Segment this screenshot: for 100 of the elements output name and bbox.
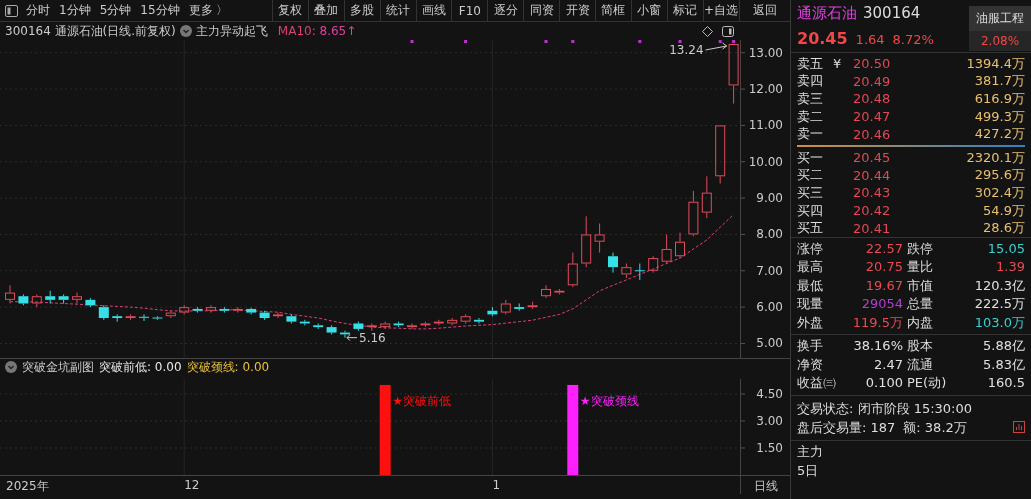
candlestick	[98, 304, 109, 321]
candlestick	[487, 306, 498, 317]
order-level-label: 卖五	[797, 54, 824, 73]
candlestick	[688, 190, 699, 237]
axis-label: 4.50	[756, 386, 783, 401]
price-label: 13.24	[669, 43, 704, 57]
candlestick	[179, 304, 190, 315]
stat-value: 160.5	[986, 374, 1025, 393]
candlestick	[433, 319, 444, 326]
dropdown-icon[interactable]	[179, 25, 192, 37]
candlestick	[420, 321, 431, 328]
toolbar-button[interactable]: +自选	[702, 0, 739, 21]
legend-value: 突破颈线: 0.00	[186, 358, 270, 376]
chart-title: 300164 通源石油(日线.前复权)	[5, 22, 176, 40]
candlestick	[165, 310, 176, 319]
candlestick	[581, 215, 592, 268]
order-price: 20.41	[853, 220, 892, 236]
diamond-icon[interactable]	[702, 25, 713, 37]
stat-label: 流通	[907, 355, 934, 374]
stat-label: 外盘	[797, 313, 824, 332]
candlestick	[514, 303, 525, 312]
order-volume: 54.9万	[982, 201, 1025, 220]
stock-name: 通源石油	[797, 4, 857, 23]
fund-flow-label: 主力	[797, 442, 824, 461]
order-level-label: 卖三	[797, 90, 824, 108]
candlestick	[393, 321, 404, 328]
order-level-label: 买四	[797, 201, 824, 220]
dropdown-icon[interactable]	[5, 361, 17, 373]
period-label: 日线	[752, 478, 779, 494]
order-volume: 2320.1万	[965, 148, 1025, 167]
candlestick	[474, 317, 484, 324]
order-level-label: 买二	[797, 166, 824, 185]
candlestick	[728, 43, 739, 105]
toolbar-button[interactable]: 叠加	[307, 0, 344, 21]
candlestick	[326, 324, 337, 335]
signal-label: ★突破前低	[392, 393, 451, 408]
toolbar-button[interactable]: 小窗	[630, 0, 667, 21]
candlestick	[125, 313, 136, 321]
stat-label: 跌停	[907, 239, 934, 258]
stat-value: 5.88亿	[982, 337, 1025, 356]
toolbar-button[interactable]: 标记	[666, 0, 703, 21]
stat-label: 净资	[797, 355, 824, 374]
candlestick	[192, 306, 203, 314]
toolbar-button[interactable]: 多股	[343, 0, 380, 21]
candlestick	[219, 306, 230, 314]
fund-flow-label: 5日	[797, 461, 820, 480]
candlestick	[621, 263, 632, 279]
after-hours-volume: 盘后交易量: 187	[797, 418, 896, 437]
panel-toggle-icon[interactable]	[722, 25, 734, 37]
bar-chart-icon[interactable]	[1013, 421, 1025, 434]
panel-toggle-icon[interactable]	[5, 4, 18, 17]
toolbar-button[interactable]: F10	[451, 0, 488, 21]
candlestick	[527, 301, 538, 310]
candlestick	[567, 252, 578, 288]
stat-label: 最低	[797, 276, 824, 295]
candlestick	[259, 310, 270, 321]
candlestick	[460, 313, 471, 324]
candlestick	[648, 255, 659, 274]
toolbar-button[interactable]: 开资	[559, 0, 595, 21]
toolbar-button[interactable]: 复权	[272, 0, 308, 21]
order-price: 20.43	[853, 185, 892, 201]
toolbar-button[interactable]: 同资	[523, 0, 560, 21]
order-price: 20.48	[853, 91, 892, 107]
price-label: 5.16	[359, 330, 386, 345]
period-tab[interactable]: 分时	[26, 2, 50, 19]
series-name: MA10	[277, 24, 312, 38]
candlestick	[5, 284, 15, 304]
stat-value: 15.05	[986, 239, 1025, 258]
toolbar-button[interactable]: 逐分	[487, 0, 524, 21]
order-level-label: 买五	[797, 219, 824, 238]
candlestick	[85, 297, 96, 308]
period-tab[interactable]: 1分钟	[59, 2, 91, 19]
toolbar-button[interactable]: 画线	[415, 0, 452, 21]
axis-label: 1.50	[756, 441, 783, 455]
axis-label: 11.00	[748, 118, 783, 133]
stat-label: PE(动)	[907, 374, 948, 393]
candlestick	[313, 322, 324, 330]
order-volume: 616.9万	[973, 90, 1025, 108]
stat-value: 5.83亿	[982, 355, 1025, 374]
toolbar-button[interactable]: 统计	[379, 0, 416, 21]
price-change: 1.64	[855, 32, 885, 47]
order-price: 20.47	[853, 109, 892, 125]
stat-label: 收益㈢	[797, 374, 837, 393]
toolbar-button[interactable]: 简框	[595, 0, 631, 21]
period-tab[interactable]: 更多 〉	[188, 2, 229, 19]
candlestick	[246, 307, 257, 315]
stat-value: 22.57	[864, 239, 903, 258]
stat-value: 29054	[860, 295, 903, 314]
order-price: 20.49	[853, 73, 892, 89]
candlestick	[594, 223, 605, 254]
sector-tag[interactable]: 油服工程	[969, 6, 1031, 31]
candlestick	[675, 232, 685, 259]
toolbar-button[interactable]: 返回	[738, 0, 790, 21]
period-tab[interactable]: 5分钟	[99, 2, 132, 19]
period-tab[interactable]: 15分钟	[140, 2, 180, 19]
stat-label: 最高	[797, 258, 824, 277]
candlestick	[634, 263, 646, 281]
candlestick	[447, 317, 458, 326]
stock-code: 300164	[863, 4, 921, 22]
candlestick	[18, 293, 29, 306]
